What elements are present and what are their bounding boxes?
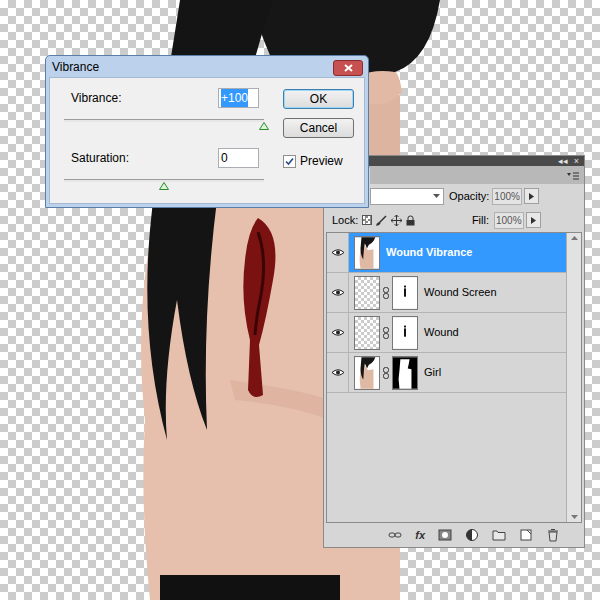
adjustment-row: Vibrance: +100 [64,88,280,108]
title-bar: Vibrance [46,56,368,77]
fill-label: Fill: [472,212,489,229]
eye-icon[interactable] [331,248,345,257]
close-button[interactable] [333,60,363,76]
layer-row[interactable]: Wound [327,313,566,353]
arrow-button[interactable] [526,212,541,228]
layer-thumbnail [354,356,380,390]
layer-rows: Wound Vibrance Wound Screen Wound Girl [327,233,566,522]
dialog-buttons: OK Cancel Preview [283,78,354,203]
dialog-button[interactable]: OK [283,89,354,109]
slider[interactable] [64,118,264,130]
adjustment-input[interactable]: 0 [218,148,259,168]
photoshop-canvas: ◂◂×Opacity:100%Lock:Fill:100%Wound Vibra… [0,0,600,600]
adjustment: Saturation: 0 [64,148,280,190]
layer-name: Wound Screen [424,284,497,301]
adjustment-label: Vibrance: [64,89,121,107]
layers-panel: ◂◂×Opacity:100%Lock:Fill:100%Wound Vibra… [323,155,585,548]
opacity-field[interactable]: 100% [492,188,522,205]
arrow-button[interactable] [524,188,539,204]
layer-name: Wound Vibrance [386,244,472,261]
lock-all-icon[interactable] [406,215,415,226]
dialog-title: Vibrance [52,58,99,76]
visibility-cell[interactable] [327,353,349,392]
link-icon[interactable] [383,287,389,299]
close-icon [344,64,353,72]
layer-thumbnail [354,236,380,270]
adjustment: Vibrance: +100 [64,88,280,130]
slider[interactable] [64,178,264,190]
panel-header-button[interactable]: ◂◂ [558,157,568,166]
mask-thumbnail [392,276,418,310]
eye-icon[interactable] [331,328,345,337]
layers-list: Wound Vibrance Wound Screen Wound Girl [326,232,582,523]
mask-thumbnail [392,316,418,350]
scroll-down-icon[interactable] [571,515,578,519]
visibility-cell[interactable] [327,273,349,312]
slider-thumb-icon[interactable] [259,122,269,130]
arrow-right-icon [531,217,536,224]
preview-checkbox[interactable]: Preview [283,152,354,170]
lock-transparency-icon[interactable] [362,215,372,225]
adjustments: Vibrance: +100 Saturation: 0 [64,78,280,203]
arrow-right-icon [529,193,534,200]
adjustment-label: Saturation: [64,149,129,167]
dropdown-arrow-icon [433,194,440,198]
dialog-body: Vibrance: +100 Saturation: 0 OK Cancel Preview [49,77,365,204]
eye-icon[interactable] [331,288,345,297]
slider-thumb-icon[interactable] [159,182,169,190]
panel-header-button[interactable]: × [574,157,579,166]
scroll-up-icon[interactable] [571,236,578,240]
lock-label: Lock: [332,212,358,229]
lock-row: Lock: Fill: 100% [324,208,584,232]
adjustment-input[interactable]: +100 [218,88,259,108]
layer-row[interactable]: Wound Screen [327,273,566,313]
fx-button[interactable]: fx [415,527,425,544]
layer-name: Girl [424,364,441,381]
fill-field[interactable]: 100% [494,212,524,229]
layer-row[interactable]: Wound Vibrance [327,233,566,273]
blend-mode-dropdown[interactable] [370,188,444,205]
lock-brush-icon[interactable] [376,215,387,226]
visibility-cell[interactable] [327,313,349,352]
check-icon [285,157,294,166]
slider-track [64,119,264,122]
adjustment-layer-icon[interactable] [465,528,479,542]
link-icon[interactable] [383,367,389,379]
layer-name: Wound [424,324,459,341]
panel-footer: fx [324,523,584,547]
link-layers-icon[interactable] [388,528,402,542]
panel-menu-icon[interactable] [567,172,579,180]
slider-track [64,179,264,182]
new-layer-icon[interactable] [519,528,533,542]
visibility-cell[interactable] [327,233,349,272]
preview-label: Preview [300,152,343,170]
scrollbar[interactable] [566,233,581,522]
checkbox[interactable] [283,155,296,168]
add-mask-icon[interactable] [438,528,452,542]
layer-thumbnail [354,316,380,350]
mask-thumbnail [392,356,418,390]
lock-move-icon[interactable] [391,215,402,226]
vibrance-dialog: Vibrance Vibrance: +100 Saturation: 0 OK Cance… [45,55,369,208]
opacity-label: Opacity: [449,188,489,205]
new-group-icon[interactable] [492,528,506,542]
dialog-button[interactable]: Cancel [283,118,354,138]
link-icon[interactable] [383,327,389,339]
trash-icon[interactable] [546,528,560,542]
layer-row[interactable]: Girl [327,353,566,393]
eye-icon[interactable] [331,368,345,377]
layer-thumbnail [354,276,380,310]
adjustment-row: Saturation: 0 [64,148,280,168]
